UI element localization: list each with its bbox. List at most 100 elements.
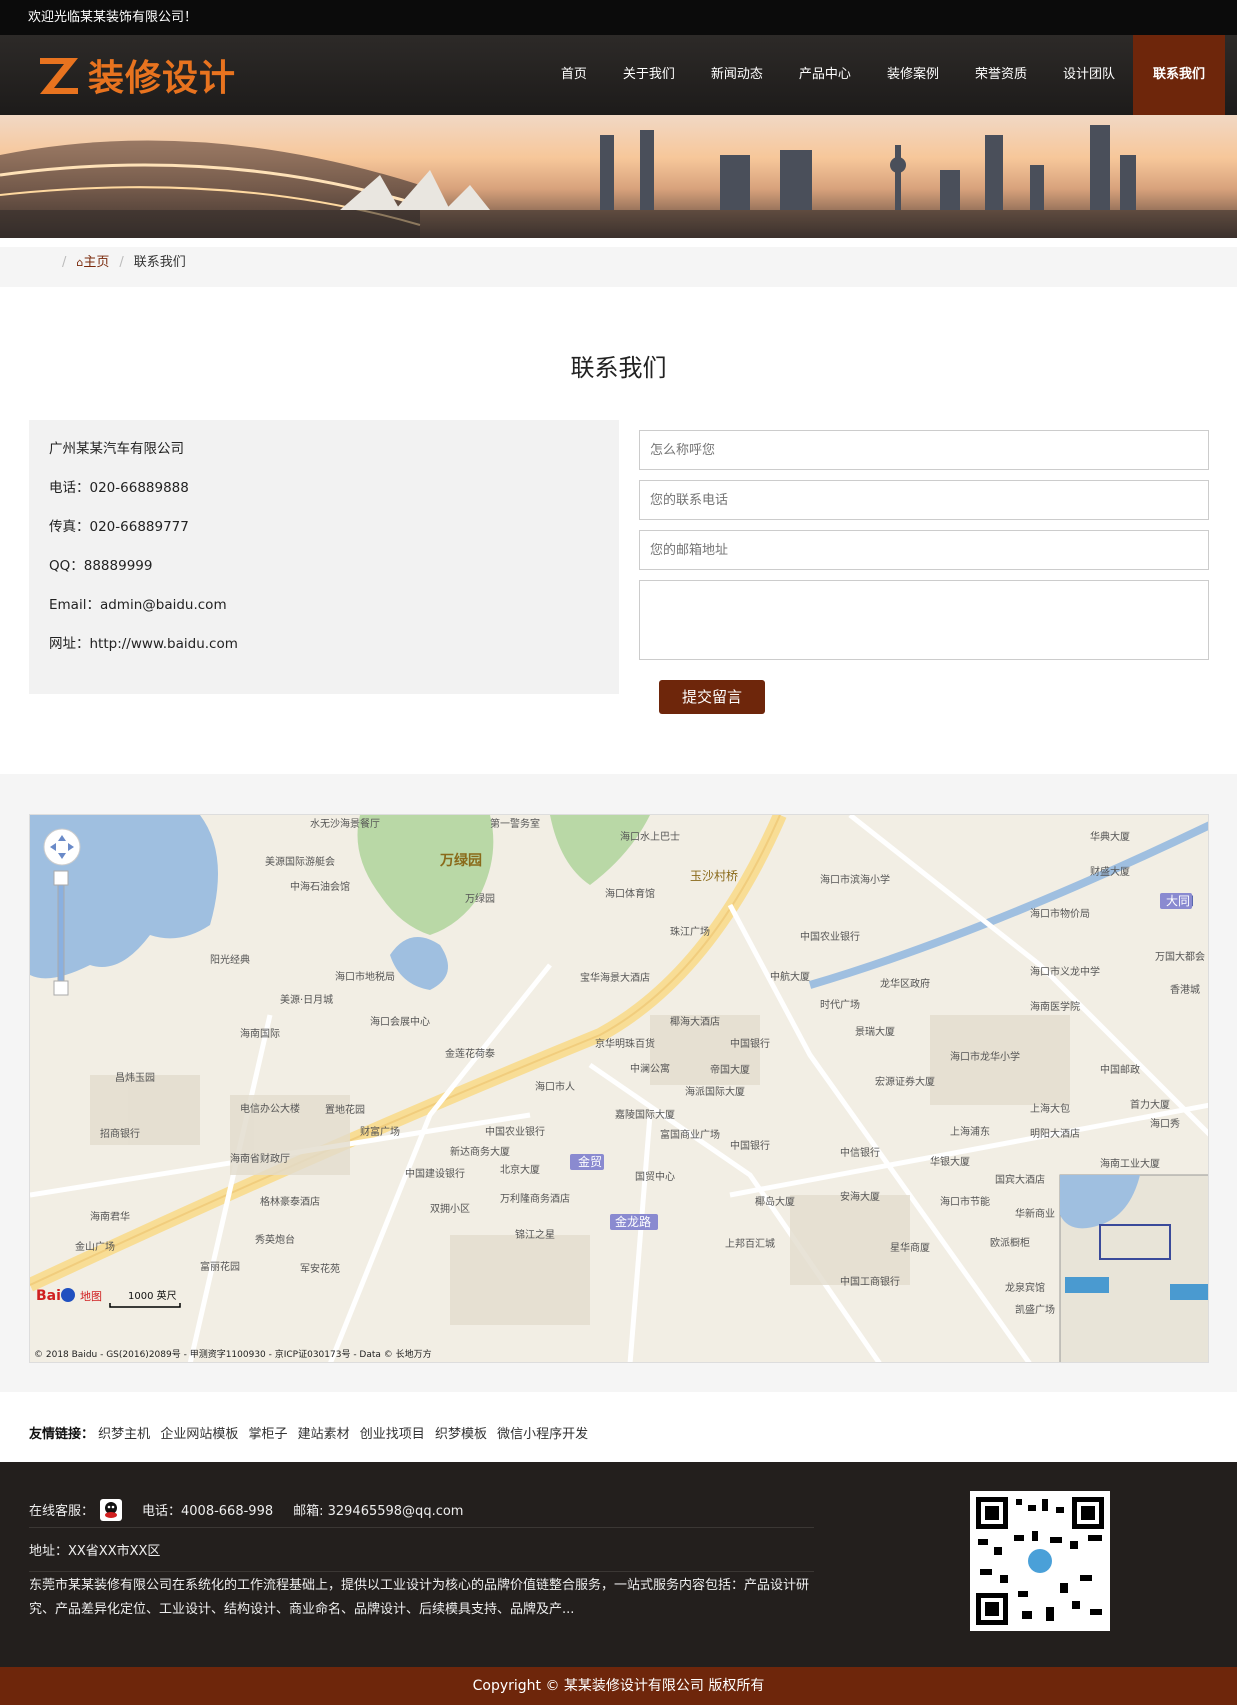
svg-text:安海大厦: 安海大厦: [840, 1190, 880, 1203]
svg-text:香港城: 香港城: [1170, 984, 1200, 996]
svg-text:美源·日月城: 美源·日月城: [280, 993, 333, 1006]
svg-text:海口市物价局: 海口市物价局: [1030, 907, 1090, 920]
svg-text:中国建设银行: 中国建设银行: [405, 1167, 465, 1180]
svg-text:电信办公大楼: 电信办公大楼: [240, 1102, 300, 1115]
website-text: 网址：http://www.baidu.com: [49, 636, 238, 652]
friend-link[interactable]: 企业网站模板: [160, 1427, 238, 1442]
svg-text:上海浦东: 上海浦东: [950, 1125, 990, 1138]
logo[interactable]: 装修设计: [36, 51, 236, 99]
baidu-map[interactable]: 水无沙海景餐厅 第一警务室 海口水上巴士 万绿园 玉沙村桥 美源国际游艇会 中海石油会…: [29, 814, 1209, 1363]
friend-link[interactable]: 掌柜子: [248, 1427, 287, 1442]
svg-text:昌炜玉园: 昌炜玉园: [115, 1071, 155, 1084]
svg-text:中国农业银行: 中国农业银行: [485, 1125, 545, 1138]
page-title: 联系我们: [570, 354, 667, 382]
breadcrumb-home-link[interactable]: 主页: [83, 247, 109, 287]
svg-text:大同: 大同: [1166, 894, 1190, 908]
friend-link[interactable]: 创业找项目: [360, 1427, 425, 1442]
logo-z-icon: [40, 58, 78, 94]
friend-link[interactable]: 织梦模板: [435, 1427, 487, 1442]
main-nav: 首页 关于我们 新闻动态 产品中心 装修案例 荣誉资质 设计团队 联系我们: [543, 35, 1237, 115]
map-scale: 1000 英尺: [128, 1291, 177, 1302]
svg-text:中国银行: 中国银行: [730, 1139, 770, 1152]
svg-text:欧派橱柜: 欧派橱柜: [990, 1236, 1030, 1249]
svg-text:金莲花荷泰: 金莲花荷泰: [445, 1047, 495, 1060]
svg-text:锦江之星: 锦江之星: [515, 1228, 555, 1241]
svg-text:金贸: 金贸: [578, 1154, 602, 1169]
svg-text:中澜公寓: 中澜公寓: [630, 1062, 670, 1075]
name-input[interactable]: [639, 430, 1209, 470]
svg-text:国宾大酒店: 国宾大酒店: [995, 1173, 1045, 1186]
qr-code-image: [970, 1491, 1110, 1631]
svg-text:金龙路: 金龙路: [615, 1214, 651, 1229]
city-banner: [0, 115, 1237, 238]
email-text: Email：admin@baidu.com: [49, 597, 227, 613]
svg-text:海口市节能: 海口市节能: [940, 1195, 990, 1208]
svg-text:秀英炮台: 秀英炮台: [255, 1233, 295, 1246]
breadcrumb-current: 联系我们: [133, 255, 186, 270]
svg-text:财盛大厦: 财盛大厦: [1090, 865, 1130, 878]
svg-text:中国工商银行: 中国工商银行: [840, 1275, 900, 1288]
svg-text:海口秀: 海口秀: [1150, 1117, 1180, 1130]
svg-text:财富广场: 财富广场: [360, 1125, 400, 1138]
message-textarea[interactable]: [639, 580, 1209, 660]
svg-text:国贸中心: 国贸中心: [635, 1170, 675, 1183]
svg-text:椰岛大厦: 椰岛大厦: [755, 1195, 795, 1208]
svg-text:海口会展中心: 海口会展中心: [370, 1015, 430, 1028]
svg-text:珠江广场: 珠江广场: [670, 925, 710, 938]
svg-text:富丽花园: 富丽花园: [200, 1260, 240, 1273]
nav-about[interactable]: 关于我们: [605, 35, 693, 115]
nav-team[interactable]: 设计团队: [1045, 35, 1133, 115]
svg-text:京华明珠百货: 京华明珠百货: [595, 1037, 655, 1050]
svg-text:华新商业: 华新商业: [1015, 1207, 1055, 1220]
welcome-text: 欢迎光临某某装饰有限公司！: [28, 10, 198, 25]
email-input[interactable]: [639, 530, 1209, 570]
nav-products[interactable]: 产品中心: [781, 35, 869, 115]
svg-text:嘉陵国际大厦: 嘉陵国际大厦: [615, 1108, 675, 1121]
svg-text:第一警务室: 第一警务室: [490, 817, 540, 830]
svg-text:军安花苑: 军安花苑: [300, 1262, 340, 1275]
svg-text:宝华海景大酒店: 宝华海景大酒店: [580, 971, 650, 984]
svg-text:上邦百汇城: 上邦百汇城: [725, 1237, 775, 1250]
nav-cases[interactable]: 装修案例: [869, 35, 957, 115]
copyright-bar: Copyright © 某某装修设计有限公司 版权所有: [0, 1667, 1237, 1705]
svg-text:华典大厦: 华典大厦: [1090, 830, 1130, 843]
svg-text:海南省财政厅: 海南省财政厅: [230, 1152, 290, 1165]
message-form: 提交留言: [639, 430, 1209, 714]
footer-phone: 电话：4008-668-998: [142, 1504, 274, 1519]
footer-description: 东莞市某某装修有限公司在系统化的工作流程基础上，提供以工业设计为核心的品牌价值链…: [29, 1578, 810, 1617]
footer-contact-row: 在线客服： 电话：4008-668-998 邮箱: 329465598@qq.c…: [29, 1492, 814, 1528]
nav-contact[interactable]: 联系我们: [1132, 35, 1225, 115]
phone-input[interactable]: [639, 480, 1209, 520]
city-skyline-image: [0, 125, 1237, 238]
nav-news[interactable]: 新闻动态: [693, 35, 781, 115]
friend-link[interactable]: 建站素材: [298, 1427, 350, 1442]
submit-button[interactable]: 提交留言: [659, 680, 765, 714]
svg-text:明阳大酒店: 明阳大酒店: [1030, 1127, 1080, 1140]
nav-home[interactable]: 首页: [543, 35, 605, 115]
online-service-label: 在线客服：: [29, 1504, 95, 1519]
svg-text:万国大都会: 万国大都会: [1155, 950, 1205, 963]
svg-text:海南工业大厦: 海南工业大厦: [1100, 1157, 1160, 1170]
qq-icon[interactable]: [100, 1498, 123, 1521]
friend-link[interactable]: 织梦主机: [98, 1427, 150, 1442]
contact-info-panel: 广州某某汽车有限公司 电话：020-66889888 传真：020-668897…: [29, 420, 619, 694]
breadcrumb-separator: /: [62, 255, 67, 270]
logo-text: 装修设计: [88, 58, 237, 99]
svg-text:首力大厦: 首力大厦: [1130, 1098, 1170, 1111]
svg-text:阳光经典: 阳光经典: [210, 953, 250, 966]
svg-text:时代广场: 时代广场: [820, 998, 860, 1011]
breadcrumb-separator: /: [119, 255, 124, 270]
svg-text:华银大厦: 华银大厦: [930, 1155, 970, 1168]
site-header: 装修设计 首页 关于我们 新闻动态 产品中心 装修案例 荣誉资质 设计团队 联系…: [0, 35, 1237, 115]
svg-text:中信银行: 中信银行: [840, 1146, 880, 1159]
friend-link[interactable]: 微信小程序开发: [497, 1427, 588, 1442]
nav-honors[interactable]: 荣誉资质: [957, 35, 1045, 115]
svg-text:海南医学院: 海南医学院: [1030, 1000, 1080, 1013]
svg-text:美源国际游艇会: 美源国际游艇会: [265, 855, 335, 868]
svg-text:中国邮政: 中国邮政: [1100, 1063, 1140, 1076]
svg-text:龙泉宾馆: 龙泉宾馆: [1005, 1281, 1045, 1294]
svg-text:万利隆商务酒店: 万利隆商务酒店: [500, 1192, 570, 1205]
svg-text:中国农业银行: 中国农业银行: [800, 930, 860, 943]
svg-text:帝国大厦: 帝国大厦: [710, 1063, 750, 1076]
svg-text:中国银行: 中国银行: [730, 1037, 770, 1050]
